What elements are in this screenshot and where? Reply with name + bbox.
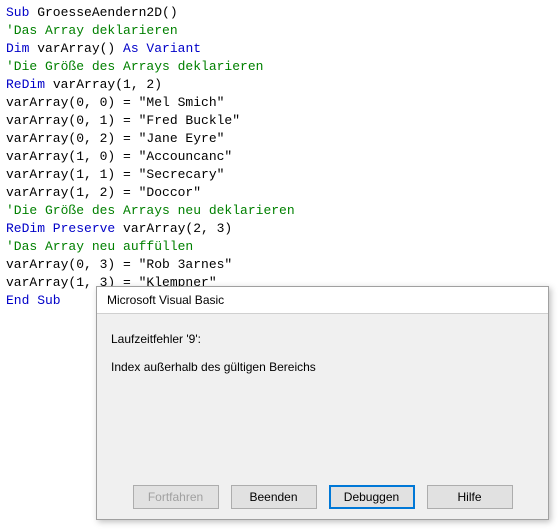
- code-segment: varArray(0, 1) = "Fred Buckle": [6, 113, 240, 128]
- code-segment: 'Die Größe des Arrays deklarieren: [6, 59, 263, 74]
- code-line: varArray(1, 0) = "Accouncanc": [6, 148, 552, 166]
- code-segment: End Sub: [6, 293, 61, 308]
- code-segment: varArray(0, 3) = "Rob 3arnes": [6, 257, 232, 272]
- code-segment: varArray(0, 2) = "Jane Eyre": [6, 131, 224, 146]
- code-segment: varArray(0, 0) = "Mel Smich": [6, 95, 224, 110]
- code-line: 'Das Array deklarieren: [6, 22, 552, 40]
- code-line: ReDim Preserve varArray(2, 3): [6, 220, 552, 238]
- code-line: Sub GroesseAendern2D(): [6, 4, 552, 22]
- code-segment: varArray(1, 2): [45, 77, 162, 92]
- end-button[interactable]: Beenden: [231, 485, 317, 509]
- code-line: Dim varArray() As Variant: [6, 40, 552, 58]
- code-segment: varArray(1, 0) = "Accouncanc": [6, 149, 232, 164]
- code-segment: varArray(): [29, 41, 123, 56]
- error-dialog: Microsoft Visual Basic Laufzeitfehler '9…: [96, 286, 549, 520]
- code-segment: varArray(1, 1) = "Secrecary": [6, 167, 224, 182]
- code-segment: Sub: [6, 5, 29, 20]
- code-line: 'Die Größe des Arrays neu deklarieren: [6, 202, 552, 220]
- code-line: varArray(0, 1) = "Fred Buckle": [6, 112, 552, 130]
- code-line: 'Das Array neu auffüllen: [6, 238, 552, 256]
- code-segment: varArray(1, 2) = "Doccor": [6, 185, 201, 200]
- dialog-title: Microsoft Visual Basic: [97, 287, 548, 314]
- code-line: 'Die Größe des Arrays deklarieren: [6, 58, 552, 76]
- code-line: varArray(0, 2) = "Jane Eyre": [6, 130, 552, 148]
- code-segment: Dim: [6, 41, 29, 56]
- code-line: varArray(0, 3) = "Rob 3arnes": [6, 256, 552, 274]
- dialog-button-row: Fortfahren Beenden Debuggen Hilfe: [97, 485, 548, 509]
- code-segment: 'Die Größe des Arrays neu deklarieren: [6, 203, 295, 218]
- error-code-label: Laufzeitfehler '9':: [111, 332, 534, 346]
- code-segment: ReDim Preserve: [6, 221, 115, 236]
- code-line: varArray(1, 2) = "Doccor": [6, 184, 552, 202]
- code-segment: 'Das Array deklarieren: [6, 23, 178, 38]
- code-editor[interactable]: Sub GroesseAendern2D()'Das Array deklari…: [0, 0, 558, 314]
- code-segment: GroesseAendern2D(): [29, 5, 177, 20]
- code-segment: varArray(2, 3): [115, 221, 232, 236]
- error-message: Index außerhalb des gültigen Bereichs: [111, 360, 534, 374]
- code-segment: As Variant: [123, 41, 201, 56]
- continue-button: Fortfahren: [133, 485, 219, 509]
- code-line: ReDim varArray(1, 2): [6, 76, 552, 94]
- code-segment: ReDim: [6, 77, 45, 92]
- code-line: varArray(1, 1) = "Secrecary": [6, 166, 552, 184]
- code-segment: 'Das Array neu auffüllen: [6, 239, 193, 254]
- help-button[interactable]: Hilfe: [427, 485, 513, 509]
- debug-button[interactable]: Debuggen: [329, 485, 415, 509]
- code-line: varArray(0, 0) = "Mel Smich": [6, 94, 552, 112]
- dialog-body: Laufzeitfehler '9': Index außerhalb des …: [97, 314, 548, 482]
